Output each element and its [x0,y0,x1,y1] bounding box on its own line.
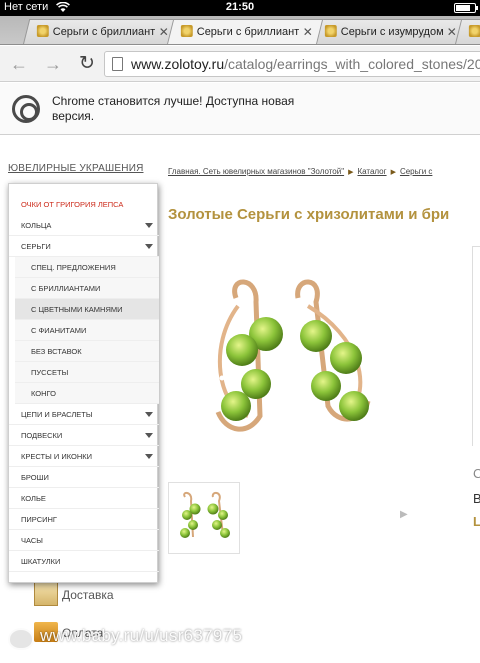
breadcrumb-home[interactable]: Главная. Сеть ювелирных магазинов "Золот… [168,167,344,176]
tab-strip: Серьги с бриллиант ✕ Серьги с изумрудом … [0,16,480,45]
tab-title: Серьги с бриллиант [196,26,300,38]
peridot-stone [339,391,369,421]
menu-item[interactable]: Пирсинг [9,509,159,530]
menu-item[interactable]: Броши [9,467,159,488]
menu-item-label: Конго [31,389,57,398]
menu-item[interactable]: Шкатулки [9,551,159,572]
chevron-down-icon[interactable] [145,244,153,249]
menu-item-label: Серьги [21,242,51,251]
catalog-dropdown-menu: Очки от Григория Лепса Кольца Серьги Спец. … [8,183,159,583]
peridot-stone [226,334,258,366]
back-arrow-icon[interactable]: ← [8,53,30,75]
baby-ru-logo-icon [8,628,34,650]
menu-item[interactable]: Цепи и браслеты [9,404,159,425]
menu-item-label: Кресты и иконки [21,452,93,461]
tab-close-icon[interactable]: ✕ [301,25,313,39]
product-thumbnail[interactable] [168,482,240,554]
delivery-label: Доставка [62,588,114,602]
right-panel-text-c: L [473,514,480,529]
clock: 21:50 [225,1,255,13]
menu-item[interactable]: Кольца [9,215,159,236]
menu-item-label: С бриллиантами [31,284,101,293]
chevron-down-icon[interactable] [145,433,153,438]
chevron-down-icon[interactable] [145,223,153,228]
menu-item-label: Пуссеты [31,368,69,377]
tab-title: Серьги с бриллиант [52,26,156,38]
watermark-text: www.baby.ru/u/usr637975 [40,626,243,645]
menu-item[interactable]: Колье [9,488,159,509]
favicon-icon [36,25,49,37]
menu-item-label: Кольца [21,221,52,230]
catalog-link[interactable]: ЮВЕЛИРНЫЕ УКРАШЕНИЯ [8,163,144,174]
menu-item[interactable]: Пуссеты [15,362,159,383]
breadcrumb-catalog[interactable]: Каталог [357,167,386,176]
menu-item-label: Броши [21,473,49,482]
peridot-stone [311,371,341,401]
menu-item[interactable]: С цветными камнями [15,299,159,320]
breadcrumb-arrow-icon: ▶ [390,169,396,176]
url-host: www.zolotoy.ru [131,56,225,72]
delivery-box-icon [34,582,58,606]
update-infobar: Chrome становится лучше! Доступна новая … [0,83,480,135]
battery-level [456,5,471,11]
menu-item[interactable]: С бриллиантами [15,278,159,299]
menu-item[interactable]: Подвески [9,425,159,446]
menu-item-label: Колье [21,494,46,503]
url-path: /catalog/earrings_with_colored_stones/20 [224,56,480,72]
breadcrumb-arrow-icon: ▶ [348,169,354,176]
chevron-down-icon[interactable] [145,412,153,417]
menu-item[interactable]: Спец. предложения [15,257,159,278]
chrome-logo-icon [12,95,40,123]
tab-close-icon[interactable]: ✕ [445,25,457,39]
right-info-panel [472,246,480,446]
tab-2-active[interactable]: Серьги с бриллиант ✕ [166,19,324,44]
menu-item[interactable]: Кресты и иконки [9,446,159,467]
menu-item-label: С цветными камнями [31,305,123,314]
right-panel-text-a: С [473,466,480,481]
infobar-message: Chrome становится лучше! Доступна новая … [52,94,295,123]
right-panel-text-b: В [473,491,480,506]
menu-item[interactable]: Конго [15,383,159,404]
menu-item-label: Без вставок [31,347,82,356]
menu-item-label: Подвески [21,431,63,440]
address-bar[interactable]: www.zolotoy.ru/catalog/earrings_with_col… [104,51,480,77]
watermark: www.baby.ru/u/usr637975 [0,626,480,656]
status-bar: Нет сети 21:50 [0,0,480,16]
menu-item-label: С фианитами [31,326,87,335]
menu-item-label: Спец. предложения [31,263,116,272]
peridot-stone [330,342,362,374]
tab-3[interactable]: Серьги с изумрудом ✕ [310,19,468,44]
forward-arrow-icon[interactable]: → [42,53,64,75]
peridot-stone [221,391,251,421]
page-icon [112,57,123,71]
menu-item[interactable]: Очки от Григория Лепса [9,194,159,215]
page-title: Золотые Серьги с хризолитами и бри [168,206,450,223]
menu-item[interactable]: С фианитами [15,320,159,341]
browser-toolbar: ← → ↻ www.zolotoy.ru/catalog/earrings_wi… [0,46,480,82]
carousel-next-icon[interactable]: ▶ [400,509,408,520]
battery-icon [454,3,478,13]
tab-title: Серьги с изумрудом [340,26,444,38]
menu-item[interactable]: Без вставок [15,341,159,362]
chevron-down-icon[interactable] [145,454,153,459]
breadcrumb-category[interactable]: Серьги с [400,167,432,176]
menu-item-label: Пирсинг [21,515,57,524]
tab-close-icon[interactable]: ✕ [157,25,169,39]
favicon-icon [180,25,193,37]
web-page: ЮВЕЛИРНЫЕ УКРАШЕНИЯ Главная. Сеть ювелир… [0,136,480,663]
favicon-icon [468,25,480,37]
menu-item[interactable]: Серьги [9,236,159,257]
peridot-stone [300,320,332,352]
menu-item-label: Часы [21,536,43,545]
menu-item[interactable]: Часы [9,530,159,551]
menu-item-label: Шкатулки [21,557,61,566]
menu-item-label: Цепи и браслеты [21,410,93,419]
product-image[interactable] [178,236,408,466]
reload-icon[interactable]: ↻ [76,53,98,75]
favicon-icon [324,25,337,37]
thumbnail-earrings-image [180,491,230,538]
menu-item-label: Очки от Григория Лепса [21,200,124,209]
tab-1[interactable]: Серьги с бриллиант ✕ [22,19,180,44]
breadcrumb: Главная. Сеть ювелирных магазинов "Золот… [168,167,432,176]
